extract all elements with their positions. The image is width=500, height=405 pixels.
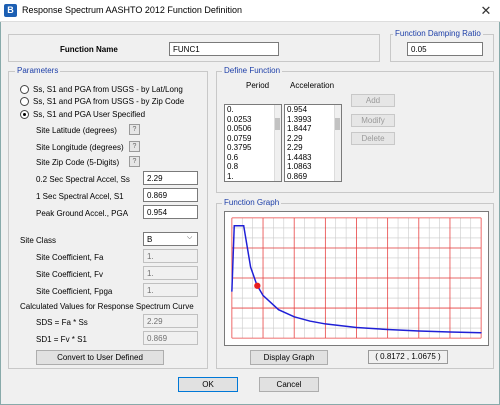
cancel-button[interactable]: Cancel — [259, 377, 319, 392]
radio-usgs-zip-label[interactable]: Ss, S1 and PGA from USGS - by Zip Code — [33, 97, 184, 106]
sd1-value: 0.869 — [143, 331, 198, 345]
data-point — [232, 268, 234, 271]
s1-label: 1 Sec Spectral Accel, S1 — [36, 192, 124, 201]
data-point — [293, 316, 295, 318]
period-scrollbar[interactable] — [274, 105, 281, 181]
fv-input: 1. — [143, 266, 198, 280]
modify-button[interactable]: Modify — [351, 114, 395, 127]
data-point — [418, 330, 420, 332]
site-latitude-label: Site Latitude (degrees) — [36, 126, 117, 135]
display-graph-button[interactable]: Display Graph — [250, 350, 328, 365]
function-name-label: Function Name — [60, 45, 118, 54]
period-list-item[interactable]: 1. — [225, 172, 281, 182]
chevron-down-icon[interactable]: ⌵ — [187, 234, 192, 242]
acceleration-header: Acceleration — [290, 81, 335, 90]
data-point — [278, 309, 280, 311]
convert-to-user-defined-button[interactable]: Convert to User Defined — [36, 350, 164, 365]
radio-usgs-zip[interactable] — [20, 97, 29, 106]
fa-label: Site Coefficient, Fa — [36, 253, 104, 262]
site-class-label: Site Class — [20, 236, 57, 245]
radio-usgs-latlong-label[interactable]: Ss, S1 and PGA from USGS - by Lat/Long — [33, 85, 183, 94]
window-title: Response Spectrum AASHTO 2012 Function D… — [22, 5, 242, 15]
function-graph-title: Function Graph — [222, 198, 282, 207]
acceleration-list-item[interactable]: 2.29 — [285, 143, 341, 153]
ss-label: 0.2 Sec Spectral Accel, Ss — [36, 175, 130, 184]
data-point — [243, 225, 245, 227]
fpga-label: Site Coefficient, Fpga — [36, 287, 113, 296]
acceleration-scrollbar[interactable] — [334, 105, 341, 181]
data-point — [355, 326, 358, 329]
acceleration-list-item[interactable]: 0.869 — [285, 172, 341, 182]
data-point — [231, 290, 233, 292]
parameters-title: Parameters — [15, 66, 61, 75]
sds-label: SDS = Fa * Ss — [36, 318, 88, 327]
period-header: Period — [246, 81, 270, 90]
period-scrollbar-thumb[interactable] — [275, 118, 280, 130]
damping-title: Function Damping Ratio — [393, 29, 483, 38]
define-function-title: Define Function — [222, 66, 283, 75]
acceleration-list-item[interactable]: 1.8447 — [285, 124, 341, 134]
ss-input[interactable]: 2.29 — [143, 171, 198, 185]
period-list-item[interactable]: 0. — [225, 105, 281, 115]
delete-button[interactable]: Delete — [351, 132, 395, 145]
period-list-item[interactable]: 0.8 — [225, 162, 281, 172]
fa-input: 1. — [143, 249, 198, 263]
pga-label: Peak Ground Accel., PGA — [36, 209, 129, 218]
data-point — [387, 328, 389, 331]
function-graph-plot[interactable] — [224, 211, 489, 346]
radio-usgs-latlong[interactable] — [20, 85, 29, 94]
selected-point-marker — [254, 282, 261, 289]
close-icon[interactable]: ✕ — [476, 2, 496, 20]
function-name-input[interactable]: FUNC1 — [169, 42, 279, 56]
calculated-values-label: Calculated Values for Response Spectrum … — [20, 302, 194, 311]
data-point — [480, 332, 482, 334]
sd1-label: SD1 = Fv * S1 — [36, 335, 87, 344]
sds-value: 2.29 — [143, 314, 198, 328]
period-list-item[interactable]: 0.6 — [225, 153, 281, 163]
period-list-item[interactable]: 0.0506 — [225, 124, 281, 134]
data-point — [449, 331, 451, 333]
zip-help-button[interactable]: ? — [129, 156, 140, 167]
coordinate-readout: ( 0.8172 , 1.0675 ) — [368, 350, 448, 364]
data-point — [262, 294, 264, 297]
fv-label: Site Coefficient, Fv — [36, 270, 103, 279]
data-point — [233, 225, 235, 227]
acceleration-list-item[interactable]: 1.3993 — [285, 115, 341, 125]
app-icon: B — [4, 4, 17, 17]
radio-user-specified[interactable] — [20, 110, 29, 119]
site-longitude-label: Site Longitude (degrees) — [36, 143, 124, 152]
radio-user-specified-label[interactable]: Ss, S1 and PGA User Specified — [33, 110, 145, 119]
period-list-item[interactable]: 0.0253 — [225, 115, 281, 125]
acceleration-list-item[interactable]: 1.4483 — [285, 153, 341, 163]
acceleration-scrollbar-thumb[interactable] — [335, 118, 340, 130]
fpga-input: 1. — [143, 283, 198, 297]
data-point — [232, 247, 235, 249]
period-list-item[interactable]: 0.3795 — [225, 143, 281, 153]
pga-input[interactable]: 0.954 — [143, 205, 198, 219]
data-point — [324, 323, 326, 325]
data-point — [249, 266, 252, 268]
latitude-help-button[interactable]: ? — [129, 124, 140, 135]
acceleration-list-item[interactable]: 2.29 — [285, 134, 341, 144]
acceleration-list-item[interactable]: 1.0863 — [285, 162, 341, 172]
s1-input[interactable]: 0.869 — [143, 188, 198, 202]
period-list-item[interactable]: 0.0759 — [225, 134, 281, 144]
acceleration-list-item[interactable]: 0.954 — [285, 105, 341, 115]
add-button[interactable]: Add — [351, 94, 395, 107]
site-zip-label: Site Zip Code (5-Digits) — [36, 158, 120, 167]
longitude-help-button[interactable]: ? — [129, 141, 140, 152]
data-point — [309, 320, 311, 322]
ok-button[interactable]: OK — [178, 377, 238, 392]
damping-ratio-input[interactable]: 0.05 — [407, 42, 483, 56]
